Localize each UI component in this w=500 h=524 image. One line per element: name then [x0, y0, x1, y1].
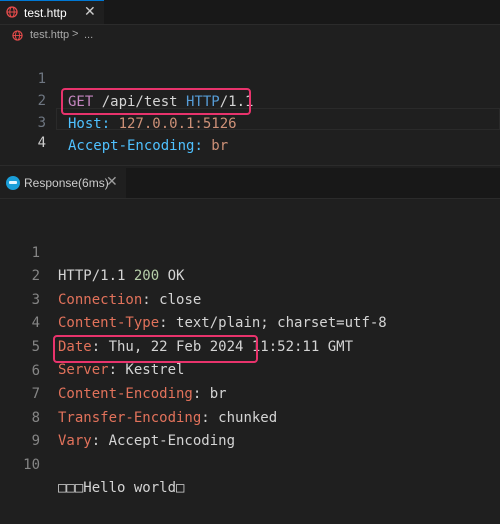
line-number: 4	[37, 135, 46, 151]
editor-tab-bar: test.http ✕	[0, 0, 500, 25]
response-line: 3 Content-Type: text/plain; charset=utf-…	[0, 265, 500, 332]
token: Accept-Encoding	[68, 138, 195, 154]
response-tab-bar: Response(6ms) ✕	[0, 168, 500, 199]
highlight-box-content-encoding	[53, 335, 258, 363]
code-text: Accept-Encoding: br	[68, 135, 228, 158]
response-icon	[6, 176, 20, 190]
response-line: 2 Connection: close	[0, 242, 500, 308]
tab-label: Response(6ms)	[24, 176, 109, 190]
code-line: 2 Host: 127.0.0.1:5126	[0, 67, 500, 132]
response-line: 10 □□□Hello world□	[0, 430, 500, 497]
breadcrumb-file[interactable]: test.http	[30, 29, 69, 41]
token: □□□Hello world□	[58, 480, 185, 496]
response-line: 7 Transfer-Encoding: chunked	[0, 360, 500, 426]
response-line: 1 HTTP/1.1 200 OK	[0, 218, 500, 285]
close-icon[interactable]: ✕	[84, 3, 96, 20]
token: :	[194, 138, 212, 154]
tab-test-http[interactable]: test.http ✕	[0, 0, 104, 24]
response-text: □□□Hello world□	[58, 477, 184, 501]
globe-icon	[6, 6, 18, 18]
response-line: 8 Vary: Accept-Encoding	[0, 383, 500, 450]
tab-response[interactable]: Response(6ms) ✕	[0, 168, 126, 198]
breadcrumb-more[interactable]: ...	[84, 29, 93, 41]
line-number: 10	[23, 456, 40, 473]
tab-label: test.http	[24, 6, 67, 20]
code-line: 1 GET /api/test HTTP/1.1	[0, 45, 500, 110]
highlight-box-accept-encoding	[61, 88, 251, 115]
globe-icon	[12, 30, 23, 41]
breadcrumb-separator: >	[72, 28, 79, 40]
response-line: 9	[0, 407, 500, 449]
response-line: 4 Date: Thu, 22 Feb 2024 11:52:11 GMT	[0, 289, 500, 355]
token: br	[211, 138, 229, 154]
close-icon[interactable]: ✕	[106, 173, 118, 190]
response-line: 5 Server: Kestrel	[0, 312, 500, 379]
